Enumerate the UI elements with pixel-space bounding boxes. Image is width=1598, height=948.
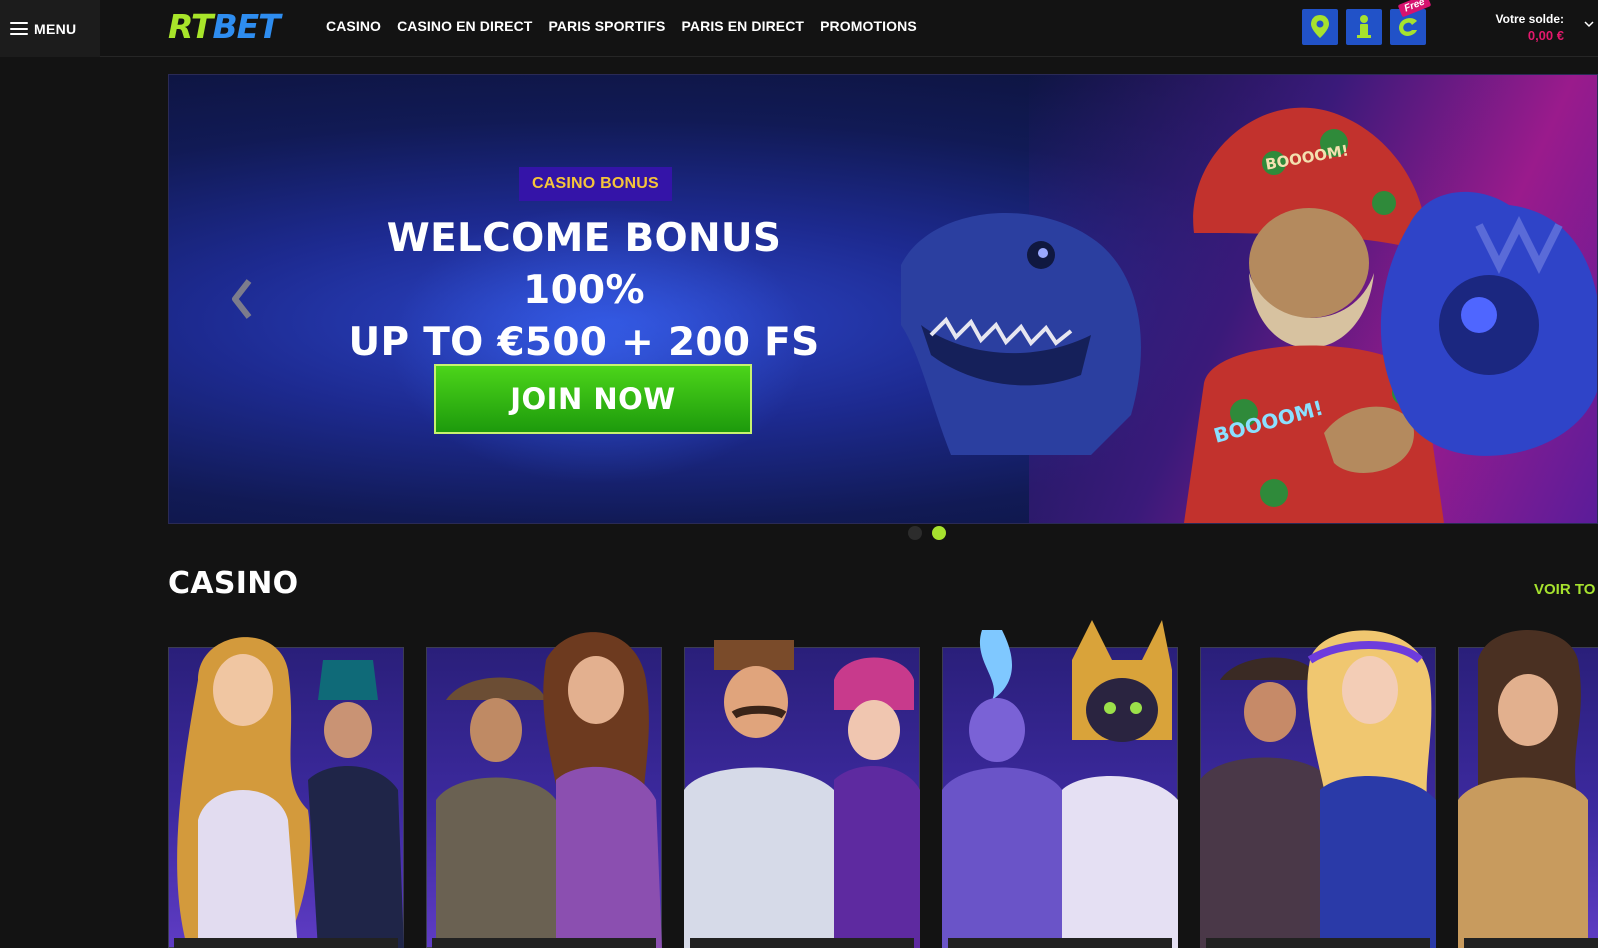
chevron-down-icon[interactable] xyxy=(1584,19,1594,29)
person-icon xyxy=(1357,15,1371,38)
casino-games-row xyxy=(168,620,1598,948)
logo[interactable]: RTBET xyxy=(168,7,281,46)
balance-value: 0,00 € xyxy=(1527,28,1564,43)
egyptian-cat-game-art xyxy=(942,620,1178,948)
nav-live-betting[interactable]: PARIS EN DIRECT xyxy=(682,18,805,34)
main-nav: CASINO CASINO EN DIRECT PARIS SPORTIFS P… xyxy=(326,18,917,34)
account-button[interactable] xyxy=(1346,9,1382,45)
menu-label: MENU xyxy=(34,20,77,37)
lady-game-art xyxy=(1458,630,1588,948)
plumber-game-art xyxy=(684,640,920,948)
logo-rt: RT xyxy=(168,7,213,46)
game-card[interactable] xyxy=(684,620,920,948)
shark-character-illustration xyxy=(901,212,1141,455)
bonus-tag: CASINO BONUS xyxy=(519,167,672,201)
menu-icon xyxy=(10,22,28,35)
logo-bet: BET xyxy=(212,7,280,46)
free-badge: Free xyxy=(1397,0,1432,18)
hero-title: WELCOME BONUS 100% UP TO €500 + 200 FS xyxy=(329,213,839,369)
game-card[interactable] xyxy=(942,620,1178,948)
slider-dot-2-active[interactable] xyxy=(932,526,946,540)
hero-title-line-2: UP TO €500 + 200 FS xyxy=(348,320,820,365)
slider-dot-1[interactable] xyxy=(908,526,922,540)
menu-button[interactable]: MENU xyxy=(0,0,100,57)
game-card[interactable] xyxy=(168,620,404,948)
nav-sports-betting[interactable]: PARIS SPORTIFS xyxy=(548,18,665,34)
game-card[interactable] xyxy=(1200,620,1436,948)
balance-label: Votre solde: xyxy=(1495,12,1564,26)
join-now-button[interactable]: JOIN NOW xyxy=(434,364,752,434)
nav-casino[interactable]: CASINO xyxy=(326,18,381,34)
casino-section-title: CASINO xyxy=(168,566,299,601)
adventurer-game-art xyxy=(436,632,662,948)
header: MENU RTBET CASINO CASINO EN DIRECT PARIS… xyxy=(0,0,1598,57)
map-pin-icon xyxy=(1311,15,1329,38)
location-button[interactable] xyxy=(1302,9,1338,45)
goddess-game-art xyxy=(177,637,404,948)
view-all-link[interactable]: VOIR TO xyxy=(1534,581,1595,598)
hero-title-line-1: WELCOME BONUS 100% xyxy=(386,216,782,313)
hero-banner[interactable]: CASINO BONUS WELCOME BONUS 100% UP TO €5… xyxy=(168,74,1598,524)
free-bonus-button[interactable]: Free xyxy=(1390,0,1432,45)
nav-live-casino[interactable]: CASINO EN DIRECT xyxy=(397,18,532,34)
bonus-coin-icon xyxy=(1399,18,1417,36)
nav-promotions[interactable]: PROMOTIONS xyxy=(820,18,917,34)
cowboy-game-art xyxy=(1200,630,1436,948)
game-card[interactable] xyxy=(426,620,662,948)
balance[interactable]: Votre solde: 0,00 € xyxy=(1496,12,1564,43)
game-card[interactable] xyxy=(1458,620,1598,948)
blue-creature-illustration xyxy=(1380,191,1597,456)
chevron-left-icon[interactable] xyxy=(229,277,253,321)
